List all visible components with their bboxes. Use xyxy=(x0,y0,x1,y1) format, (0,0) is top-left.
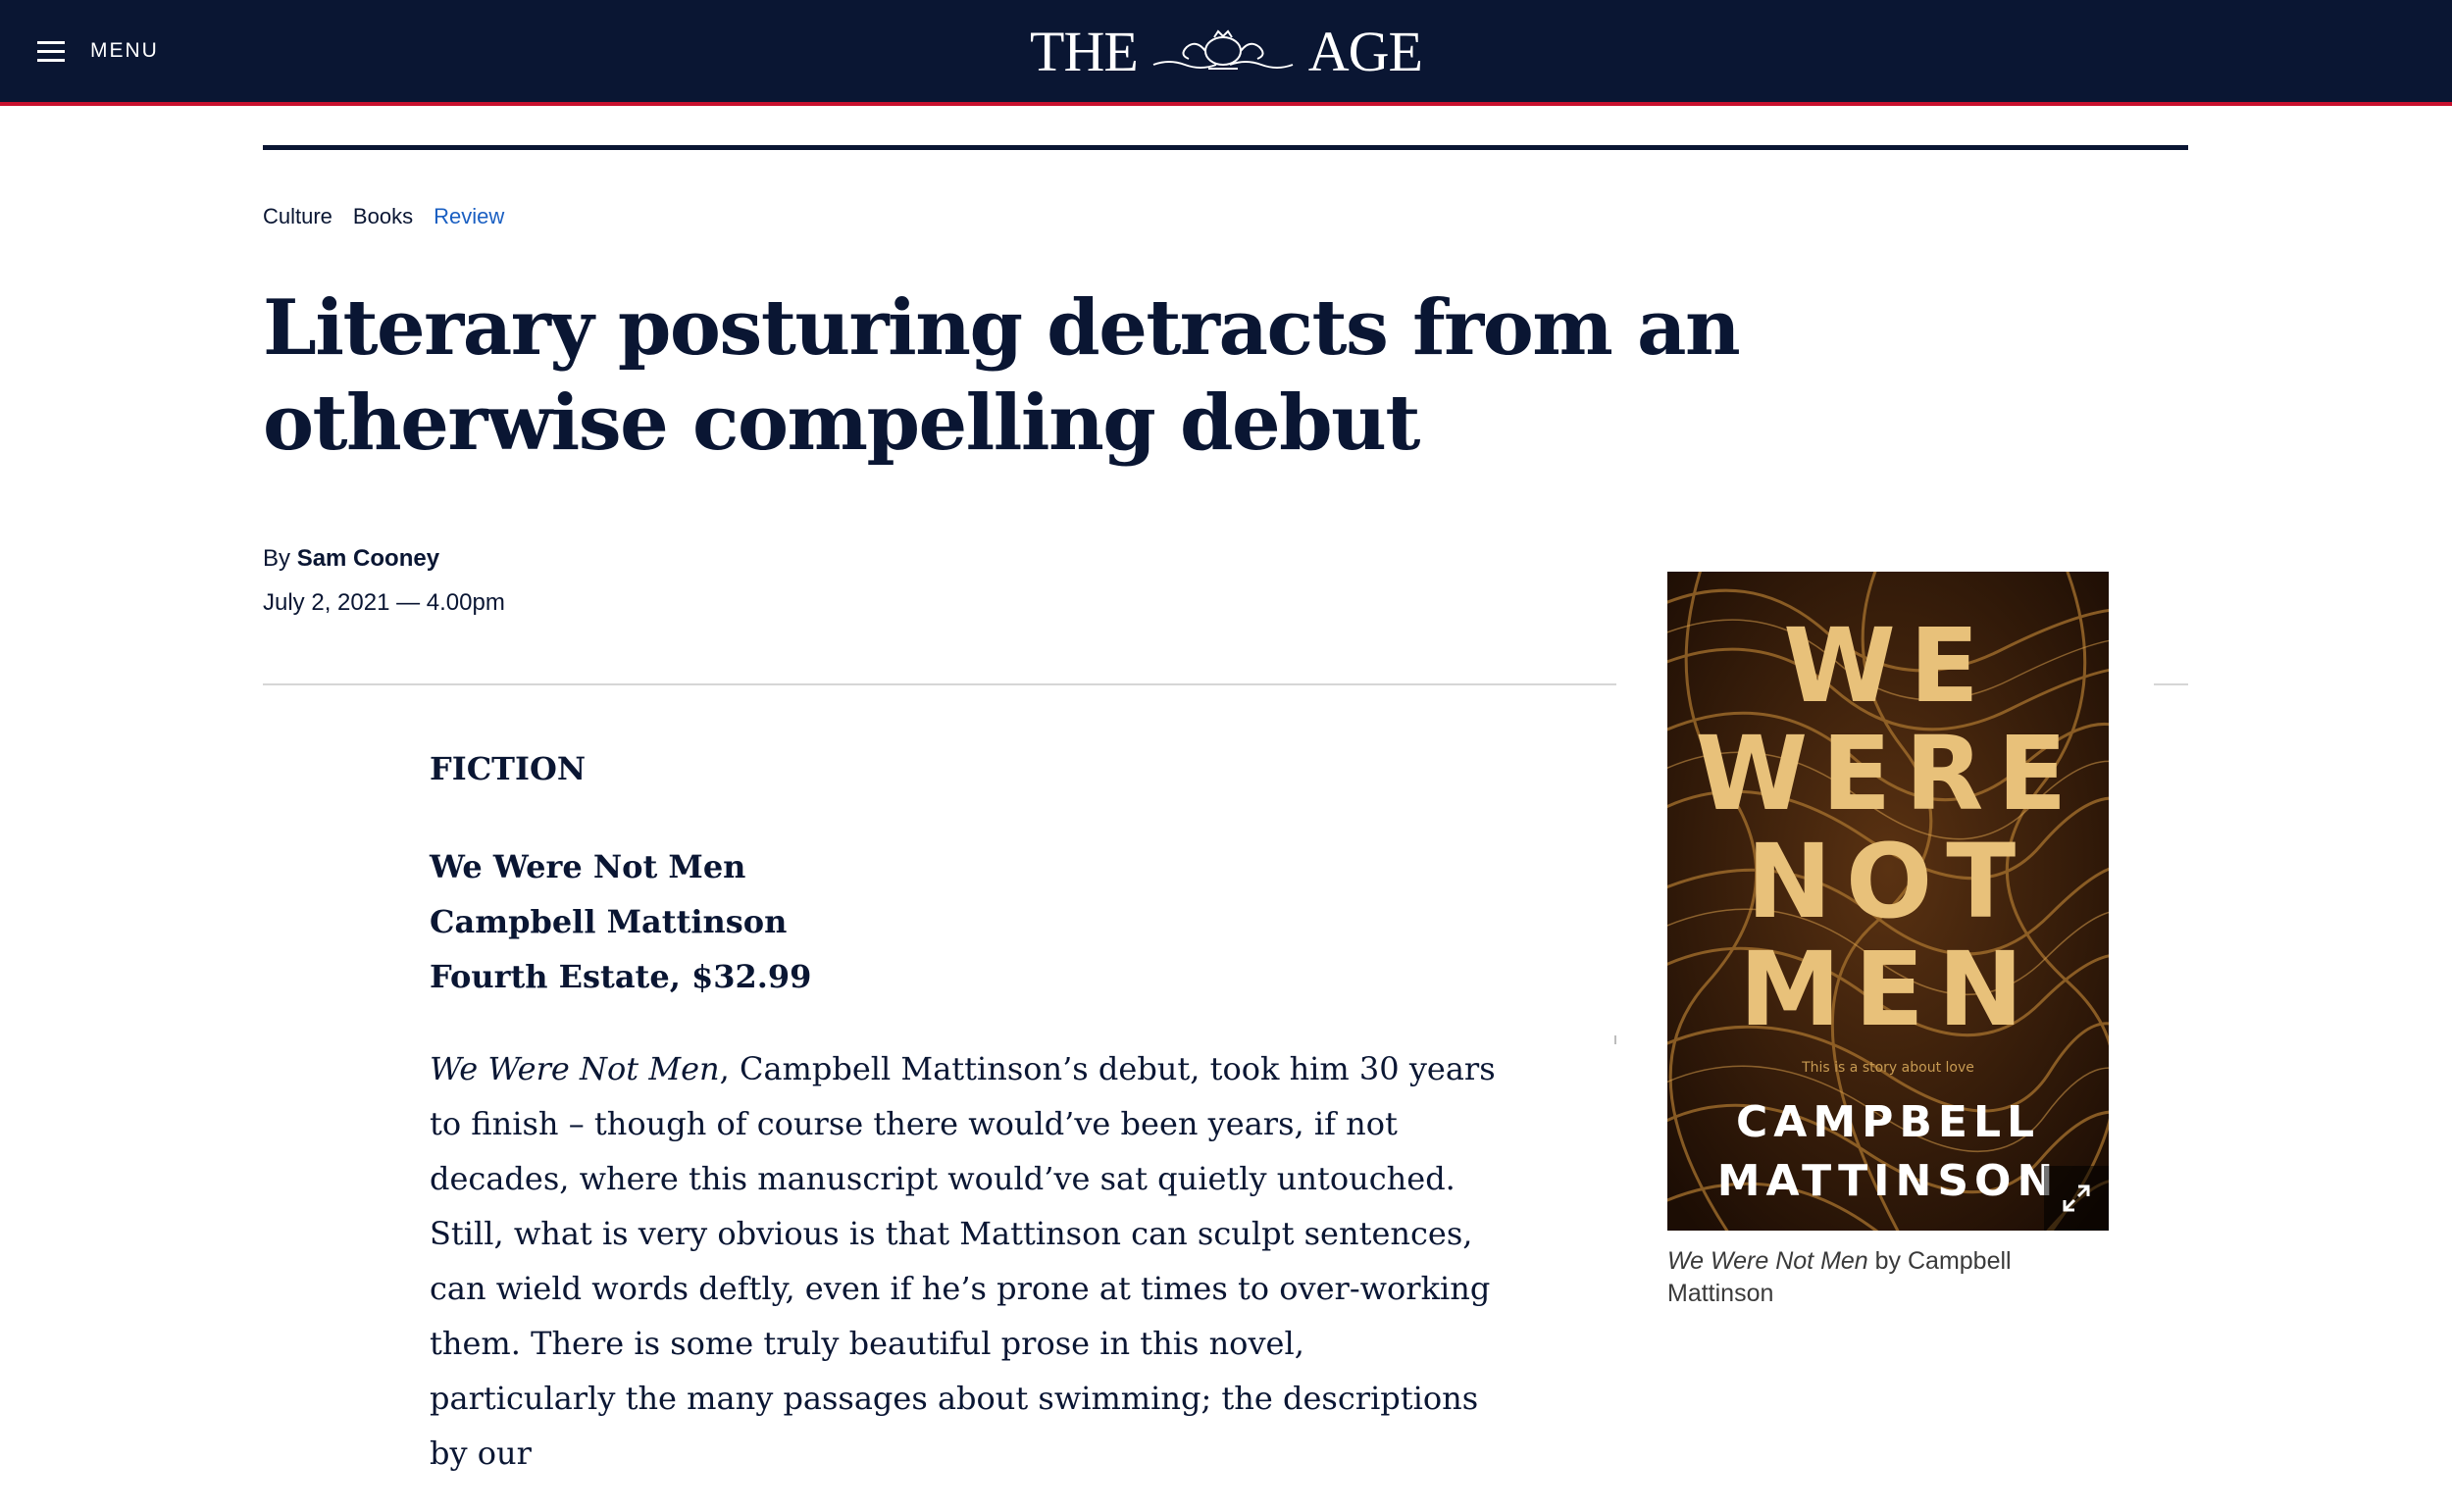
author-link[interactable]: Sam Cooney xyxy=(297,545,439,572)
masthead-word-the: THE xyxy=(1030,19,1139,83)
byline-prefix: By xyxy=(263,545,291,572)
cover-tagline: This is a story about love xyxy=(1802,1060,1974,1076)
breadcrumb: Culture Books Review xyxy=(263,204,504,229)
book-publisher-price: Fourth Estate, $32.99 xyxy=(430,958,812,995)
cover-title-line-1: WE xyxy=(1783,606,1993,726)
cover-author-line-2: MATTINSON xyxy=(1716,1156,2060,1206)
cover-author-line-1: CAMPBELL xyxy=(1735,1097,2041,1147)
byline: By Sam Cooney xyxy=(263,545,439,573)
site-header: MENU THE AGE xyxy=(0,0,2452,106)
menu-label: MENU xyxy=(90,39,159,62)
expand-image-button[interactable] xyxy=(2044,1166,2109,1231)
menu-button[interactable]: MENU xyxy=(37,33,159,69)
cover-title-line-3: NOT xyxy=(1746,822,2030,941)
breadcrumb-culture[interactable]: Culture xyxy=(263,204,332,229)
article-body: FICTION We Were Not Men Campbell Mattins… xyxy=(430,745,1499,1512)
masthead-logo[interactable]: THE AGE xyxy=(1020,19,1432,83)
paragraph-text: , Campbell Mattinson’s debut, took him 3… xyxy=(430,1050,1496,1472)
breadcrumb-review[interactable]: Review xyxy=(434,204,504,229)
article-headline: Literary posturing detracts from an othe… xyxy=(263,283,1741,468)
masthead-word-age: AGE xyxy=(1307,19,1423,83)
book-info: We Were Not Men Campbell Mattinson Fourt… xyxy=(430,839,1499,1004)
cover-title-line-2: WERE xyxy=(1695,714,2081,833)
byline-divider xyxy=(263,683,1616,685)
image-caption: We Were Not Men by Campbell Mattinson xyxy=(1667,1245,2079,1310)
book-author: Campbell Mattinson xyxy=(430,903,788,940)
byline-divider-right xyxy=(2154,683,2188,685)
book-title: We Were Not Men xyxy=(430,848,746,885)
article-paragraph: We Were Not Men, Campbell Mattinson’s de… xyxy=(430,1041,1499,1481)
column-marker xyxy=(1614,1035,1616,1044)
caption-title: We Were Not Men xyxy=(1667,1247,1868,1275)
hamburger-icon xyxy=(37,37,65,65)
expand-icon xyxy=(2063,1184,2090,1212)
breadcrumb-books[interactable]: Books xyxy=(353,204,413,229)
cover-title-line-4: MEN xyxy=(1739,930,2037,1049)
paragraph-book-title: We Were Not Men xyxy=(430,1050,720,1087)
publish-date: July 2, 2021 — 4.00pm xyxy=(263,589,505,616)
top-divider xyxy=(263,145,2188,150)
section-label: FICTION xyxy=(430,750,587,787)
coat-of-arms-icon xyxy=(1152,29,1294,70)
book-cover-image[interactable]: WE WERE NOT MEN This is a story about lo… xyxy=(1667,572,2109,1231)
